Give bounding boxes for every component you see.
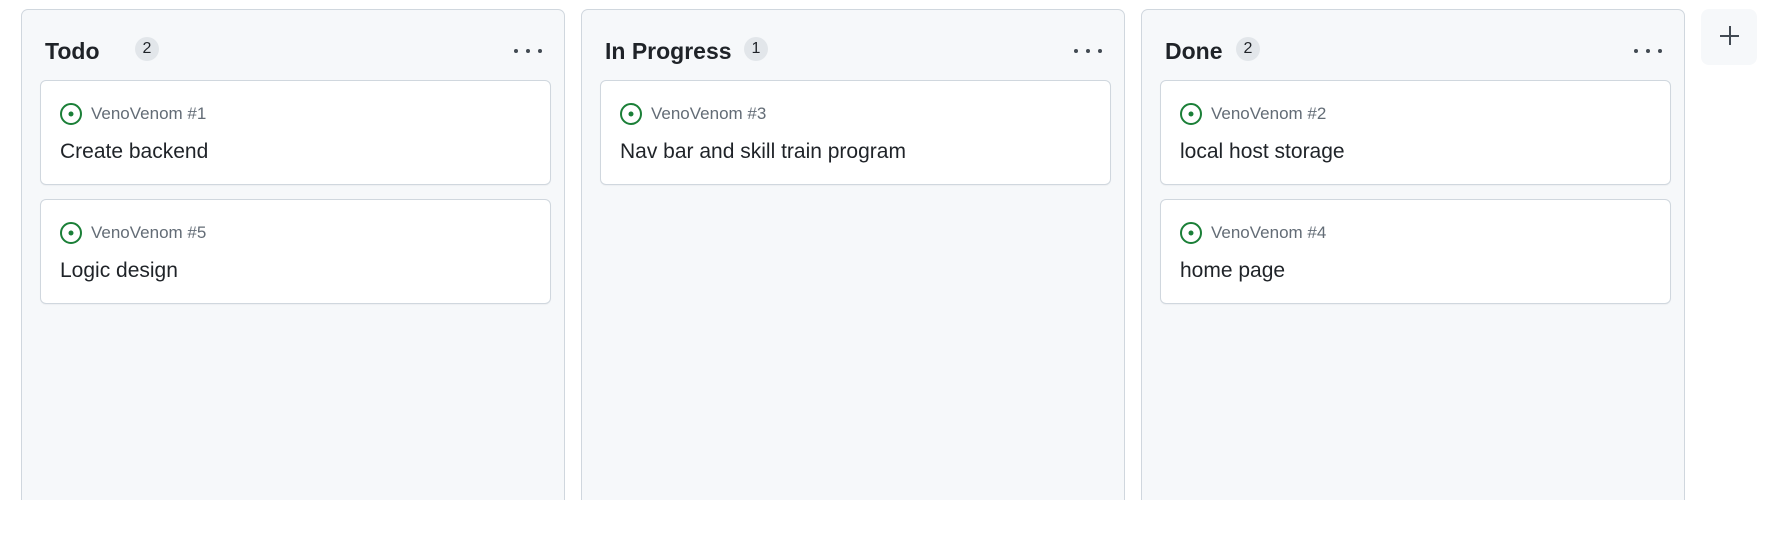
card-title[interactable]: local host storage [1180,138,1345,166]
card-meta: VenoVenom #4 [1179,220,1326,246]
column-count-badge: 2 [135,37,159,61]
issue-opened-icon [1180,222,1202,244]
card-meta: VenoVenom #5 [59,220,206,246]
column-done: Done 2 VenoVenom #2 local host storage V… [1141,9,1685,500]
issue-card[interactable]: VenoVenom #2 local host storage [1160,80,1671,185]
issue-opened-icon [1180,103,1202,125]
column-menu-icon[interactable] [514,44,544,58]
card-issue-reference[interactable]: VenoVenom #2 [1211,102,1326,126]
card-issue-reference[interactable]: VenoVenom #4 [1211,221,1326,245]
column-count-badge: 1 [744,37,768,61]
card-meta: VenoVenom #1 [59,101,206,127]
column-todo: Todo 2 VenoVenom #1 Create backend VenoV… [21,9,565,500]
card-title[interactable]: Nav bar and skill train program [620,138,906,166]
card-issue-reference[interactable]: VenoVenom #1 [91,102,206,126]
column-in-progress: In Progress 1 VenoVenom #3 Nav bar and s… [581,9,1125,500]
add-column-button[interactable] [1701,9,1757,65]
column-menu-icon[interactable] [1634,44,1664,58]
card-title[interactable]: home page [1180,257,1285,285]
column-header: Todo 2 [22,10,564,80]
card-meta: VenoVenom #3 [619,101,766,127]
column-menu-icon[interactable] [1074,44,1104,58]
card-title[interactable]: Logic design [60,257,178,285]
project-board: Todo 2 VenoVenom #1 Create backend VenoV… [0,0,1789,500]
column-header: In Progress 1 [582,10,1124,80]
card-meta: VenoVenom #2 [1179,101,1326,127]
issue-card[interactable]: VenoVenom #4 home page [1160,199,1671,304]
issue-opened-icon [60,222,82,244]
column-title: Todo [45,38,100,64]
column-title: In Progress [605,38,732,64]
card-issue-reference[interactable]: VenoVenom #3 [651,102,766,126]
column-title: Done [1165,38,1223,64]
card-title[interactable]: Create backend [60,138,208,166]
column-count-badge: 2 [1236,37,1260,61]
column-header: Done 2 [1142,10,1684,80]
issue-opened-icon [620,103,642,125]
issue-card[interactable]: VenoVenom #1 Create backend [40,80,551,185]
issue-card[interactable]: VenoVenom #5 Logic design [40,199,551,304]
issue-card[interactable]: VenoVenom #3 Nav bar and skill train pro… [600,80,1111,185]
issue-opened-icon [60,103,82,125]
card-issue-reference[interactable]: VenoVenom #5 [91,221,206,245]
